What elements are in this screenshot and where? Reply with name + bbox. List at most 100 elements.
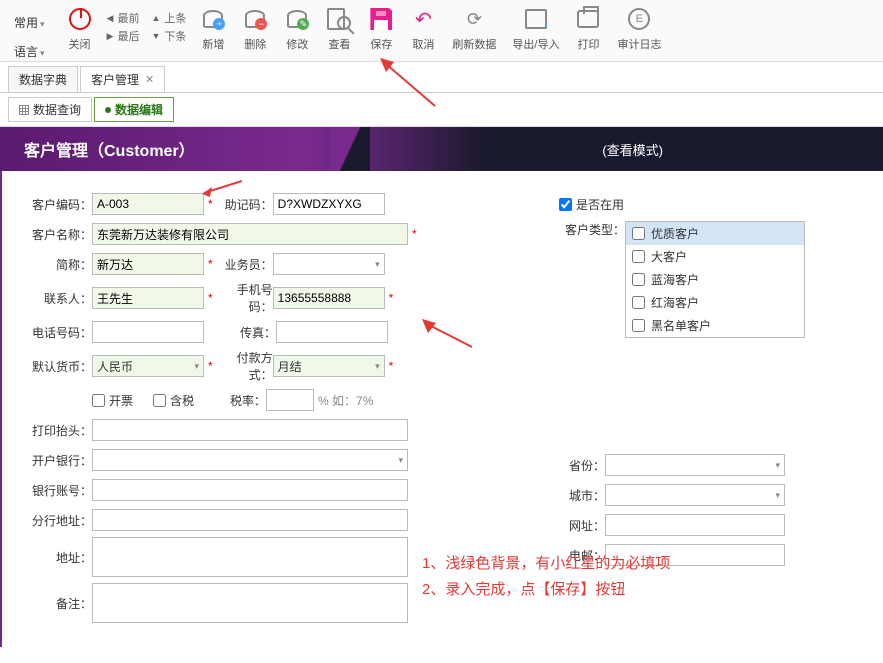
payment-select[interactable]: 月结 [273, 355, 385, 377]
account-input[interactable] [92, 479, 408, 501]
label-currency: 默认货币： [26, 358, 92, 375]
menu-common[interactable]: 常用 [8, 10, 51, 35]
phone-input[interactable] [92, 321, 204, 343]
form: 客户编码： * 助记码： 客户名称： * 简称： * 业务员： 联系人： [0, 171, 883, 647]
branch-addr-input[interactable] [92, 509, 408, 531]
label-salesman: 业务员： [217, 256, 273, 273]
in-use-checkbox[interactable]: 是否在用 [559, 196, 624, 213]
label-print-title: 打印抬头： [26, 422, 92, 439]
cust-type-item[interactable]: 红海客户 [626, 291, 804, 314]
cust-type-list[interactable]: 优质客户 大客户 蓝海客户 红海客户 黑名单客户 [625, 221, 805, 338]
audit-button[interactable]: E 审计日志 [617, 4, 661, 52]
add-button[interactable]: + 新增 [200, 4, 226, 52]
undo-icon: ↶ [415, 7, 432, 32]
label-mobile: 手机号码： [217, 281, 273, 315]
required-star: * [208, 197, 213, 211]
menu-language[interactable]: 语言 [8, 39, 51, 64]
view-button[interactable]: 查看 [326, 4, 352, 52]
province-select[interactable] [605, 454, 785, 476]
toolbar: 常用 语言 关闭 ◀最前 ▶最后 ▲上条 ▼下条 + 新增 − 删除 ✎ 修改 … [0, 0, 883, 62]
power-icon [69, 8, 91, 30]
nav-next[interactable]: ▼下条 [151, 28, 186, 44]
annotation-text: 1、浅绿色背景，有小红星的为必填项 2、录入完成，点【保存】按钮 [422, 551, 670, 602]
refresh-icon: ⟳ [467, 9, 482, 30]
label-branch-addr: 分行地址： [26, 512, 92, 529]
subtab-query[interactable]: 数据查询 [8, 97, 92, 122]
subtab-edit[interactable]: 数据编辑 [94, 97, 174, 122]
export-icon [525, 9, 547, 29]
label-phone: 电话号码： [26, 324, 92, 341]
label-short: 简称： [26, 256, 92, 273]
required-star: * [208, 257, 213, 271]
print-button[interactable]: 打印 [575, 4, 601, 52]
close-icon[interactable]: ✕ [145, 73, 154, 86]
tab-customer[interactable]: 客户管理✕ [80, 66, 165, 92]
edit-button[interactable]: ✎ 修改 [284, 4, 310, 52]
website-input[interactable] [605, 514, 785, 536]
currency-select[interactable]: 人民币 [92, 355, 204, 377]
page-title: 客户管理（Customer） [0, 137, 195, 161]
label-website: 网址： [559, 517, 605, 534]
label-mnemonic: 助记码： [217, 196, 273, 213]
label-payment: 付款方式： [217, 349, 273, 383]
cust-type-item[interactable]: 蓝海客户 [626, 268, 804, 291]
label-remark: 备注： [26, 595, 92, 612]
tab-data-dict[interactable]: 数据字典 [8, 66, 78, 92]
page-header: 客户管理（Customer） (查看模式) [0, 127, 883, 171]
label-cust-type: 客户类型： [559, 221, 625, 238]
required-star: * [389, 291, 394, 305]
save-button[interactable]: 保存 [368, 4, 394, 52]
label-province: 省份： [559, 457, 605, 474]
nav-prev[interactable]: ▲上条 [151, 10, 186, 26]
save-icon [370, 8, 392, 30]
remark-input[interactable] [92, 583, 408, 623]
fax-input[interactable] [276, 321, 388, 343]
db-add-icon: + [203, 10, 223, 28]
refresh-button[interactable]: ⟳ 刷新数据 [452, 4, 496, 52]
salesman-select[interactable] [273, 253, 385, 275]
sub-tabs: 数据查询 数据编辑 [0, 93, 883, 127]
tax-hint: % 如：7% [318, 392, 373, 409]
required-star: * [412, 227, 417, 241]
close-button[interactable]: 关闭 [67, 4, 93, 52]
mobile-input[interactable] [273, 287, 385, 309]
code-input[interactable] [92, 193, 204, 215]
required-star: * [208, 359, 213, 373]
cancel-button[interactable]: ↶ 取消 [410, 4, 436, 52]
invoice-checkbox[interactable]: 开票 [92, 392, 133, 409]
grid-icon [19, 105, 29, 115]
label-bank: 开户银行： [26, 452, 92, 469]
label-name: 客户名称： [26, 226, 92, 243]
contact-input[interactable] [92, 287, 204, 309]
city-select[interactable] [605, 484, 785, 506]
label-contact: 联系人： [26, 290, 92, 307]
db-delete-icon: − [245, 10, 265, 28]
address-input[interactable] [92, 537, 408, 577]
label-address: 地址： [26, 549, 92, 566]
mnemonic-input[interactable] [273, 193, 385, 215]
print-icon [577, 10, 599, 28]
export-button[interactable]: 导出/导入 [512, 4, 559, 52]
delete-button[interactable]: − 删除 [242, 4, 268, 52]
nav-first[interactable]: ◀最前 [107, 10, 140, 26]
cust-type-item[interactable]: 黑名单客户 [626, 314, 804, 337]
main-tabs: 数据字典 客户管理✕ [0, 62, 883, 93]
label-tax-rate: 税率： [210, 392, 266, 409]
name-input[interactable] [92, 223, 408, 245]
required-star: * [389, 359, 394, 373]
dot-icon [105, 107, 111, 113]
audit-icon: E [628, 8, 650, 30]
cust-type-item[interactable]: 优质客户 [626, 222, 804, 245]
short-input[interactable] [92, 253, 204, 275]
required-star: * [208, 291, 213, 305]
view-mode: (查看模式) [602, 140, 663, 159]
db-edit-icon: ✎ [287, 10, 307, 28]
print-title-input[interactable] [92, 419, 408, 441]
label-code: 客户编码： [26, 196, 92, 213]
bank-select[interactable] [92, 449, 408, 471]
label-fax: 传真： [220, 324, 276, 341]
tax-rate-input[interactable] [266, 389, 314, 411]
cust-type-item[interactable]: 大客户 [626, 245, 804, 268]
nav-last[interactable]: ▶最后 [107, 28, 140, 44]
tax-incl-checkbox[interactable]: 含税 [153, 392, 194, 409]
